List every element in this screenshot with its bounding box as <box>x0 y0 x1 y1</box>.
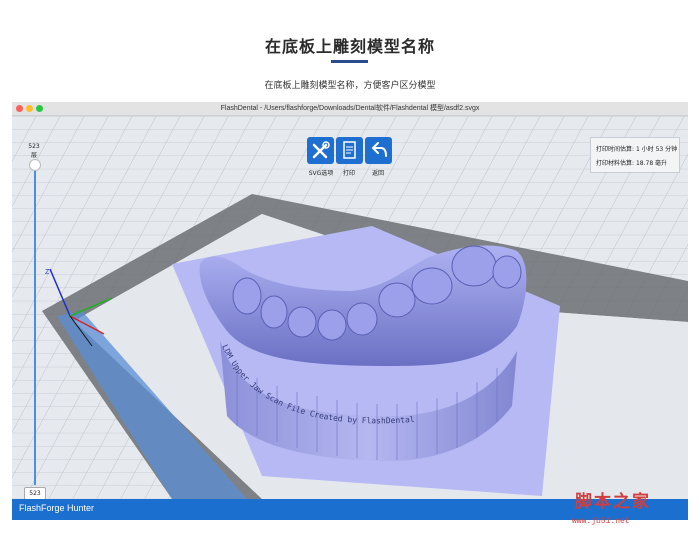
print-time-row: 打印时间估算: 1 小时 53 分钟 <box>596 144 677 153</box>
back-button[interactable] <box>365 137 392 164</box>
window-title: FlashDental - /Users/flashforge/Download… <box>220 105 480 112</box>
print-time-label: 打印时间估算: <box>596 146 635 153</box>
watermark-title: 脚本之家 <box>575 492 651 512</box>
layer-top-readout: 523 层 <box>23 143 45 159</box>
layer-slider-track[interactable] <box>34 169 36 485</box>
layer-slider-handle[interactable] <box>29 159 41 171</box>
print-file-icon <box>343 141 356 159</box>
layer-top-label: 层 <box>30 152 37 159</box>
title-underline <box>331 60 368 63</box>
svg-options-button[interactable] <box>307 137 334 164</box>
watermark-url: www.jb51.net <box>572 517 630 526</box>
3d-viewport[interactable]: LDM Upper Jaw Scan File Created by Flash… <box>12 116 688 500</box>
axis-z-label: Z <box>45 269 50 276</box>
app-window: FlashDental - /Users/flashforge/Download… <box>12 102 688 520</box>
print-time-value: 1 小时 53 分钟 <box>635 146 678 153</box>
window-titlebar: FlashDental - /Users/flashforge/Download… <box>12 102 688 116</box>
page-subtitle: 在底板上雕刻模型名称，方便客户区分模型 <box>264 81 436 91</box>
back-arrow-icon <box>372 142 387 157</box>
print-button[interactable] <box>336 137 363 164</box>
estimate-panel: 打印时间估算: 1 小时 53 分钟 打印材料估算: 18.78 毫升 <box>590 137 680 173</box>
back-label: 返回 <box>371 170 384 177</box>
printer-name: FlashForge Hunter <box>19 503 95 513</box>
material-row: 打印材料估算: 18.78 毫升 <box>596 158 667 167</box>
layer-top-value: 523 <box>28 143 40 150</box>
page-title: 在底板上雕刻模型名称 <box>264 37 435 56</box>
tools-icon <box>312 141 330 159</box>
material-value: 18.78 毫升 <box>635 160 668 167</box>
material-label: 打印材料估算: <box>596 160 635 167</box>
